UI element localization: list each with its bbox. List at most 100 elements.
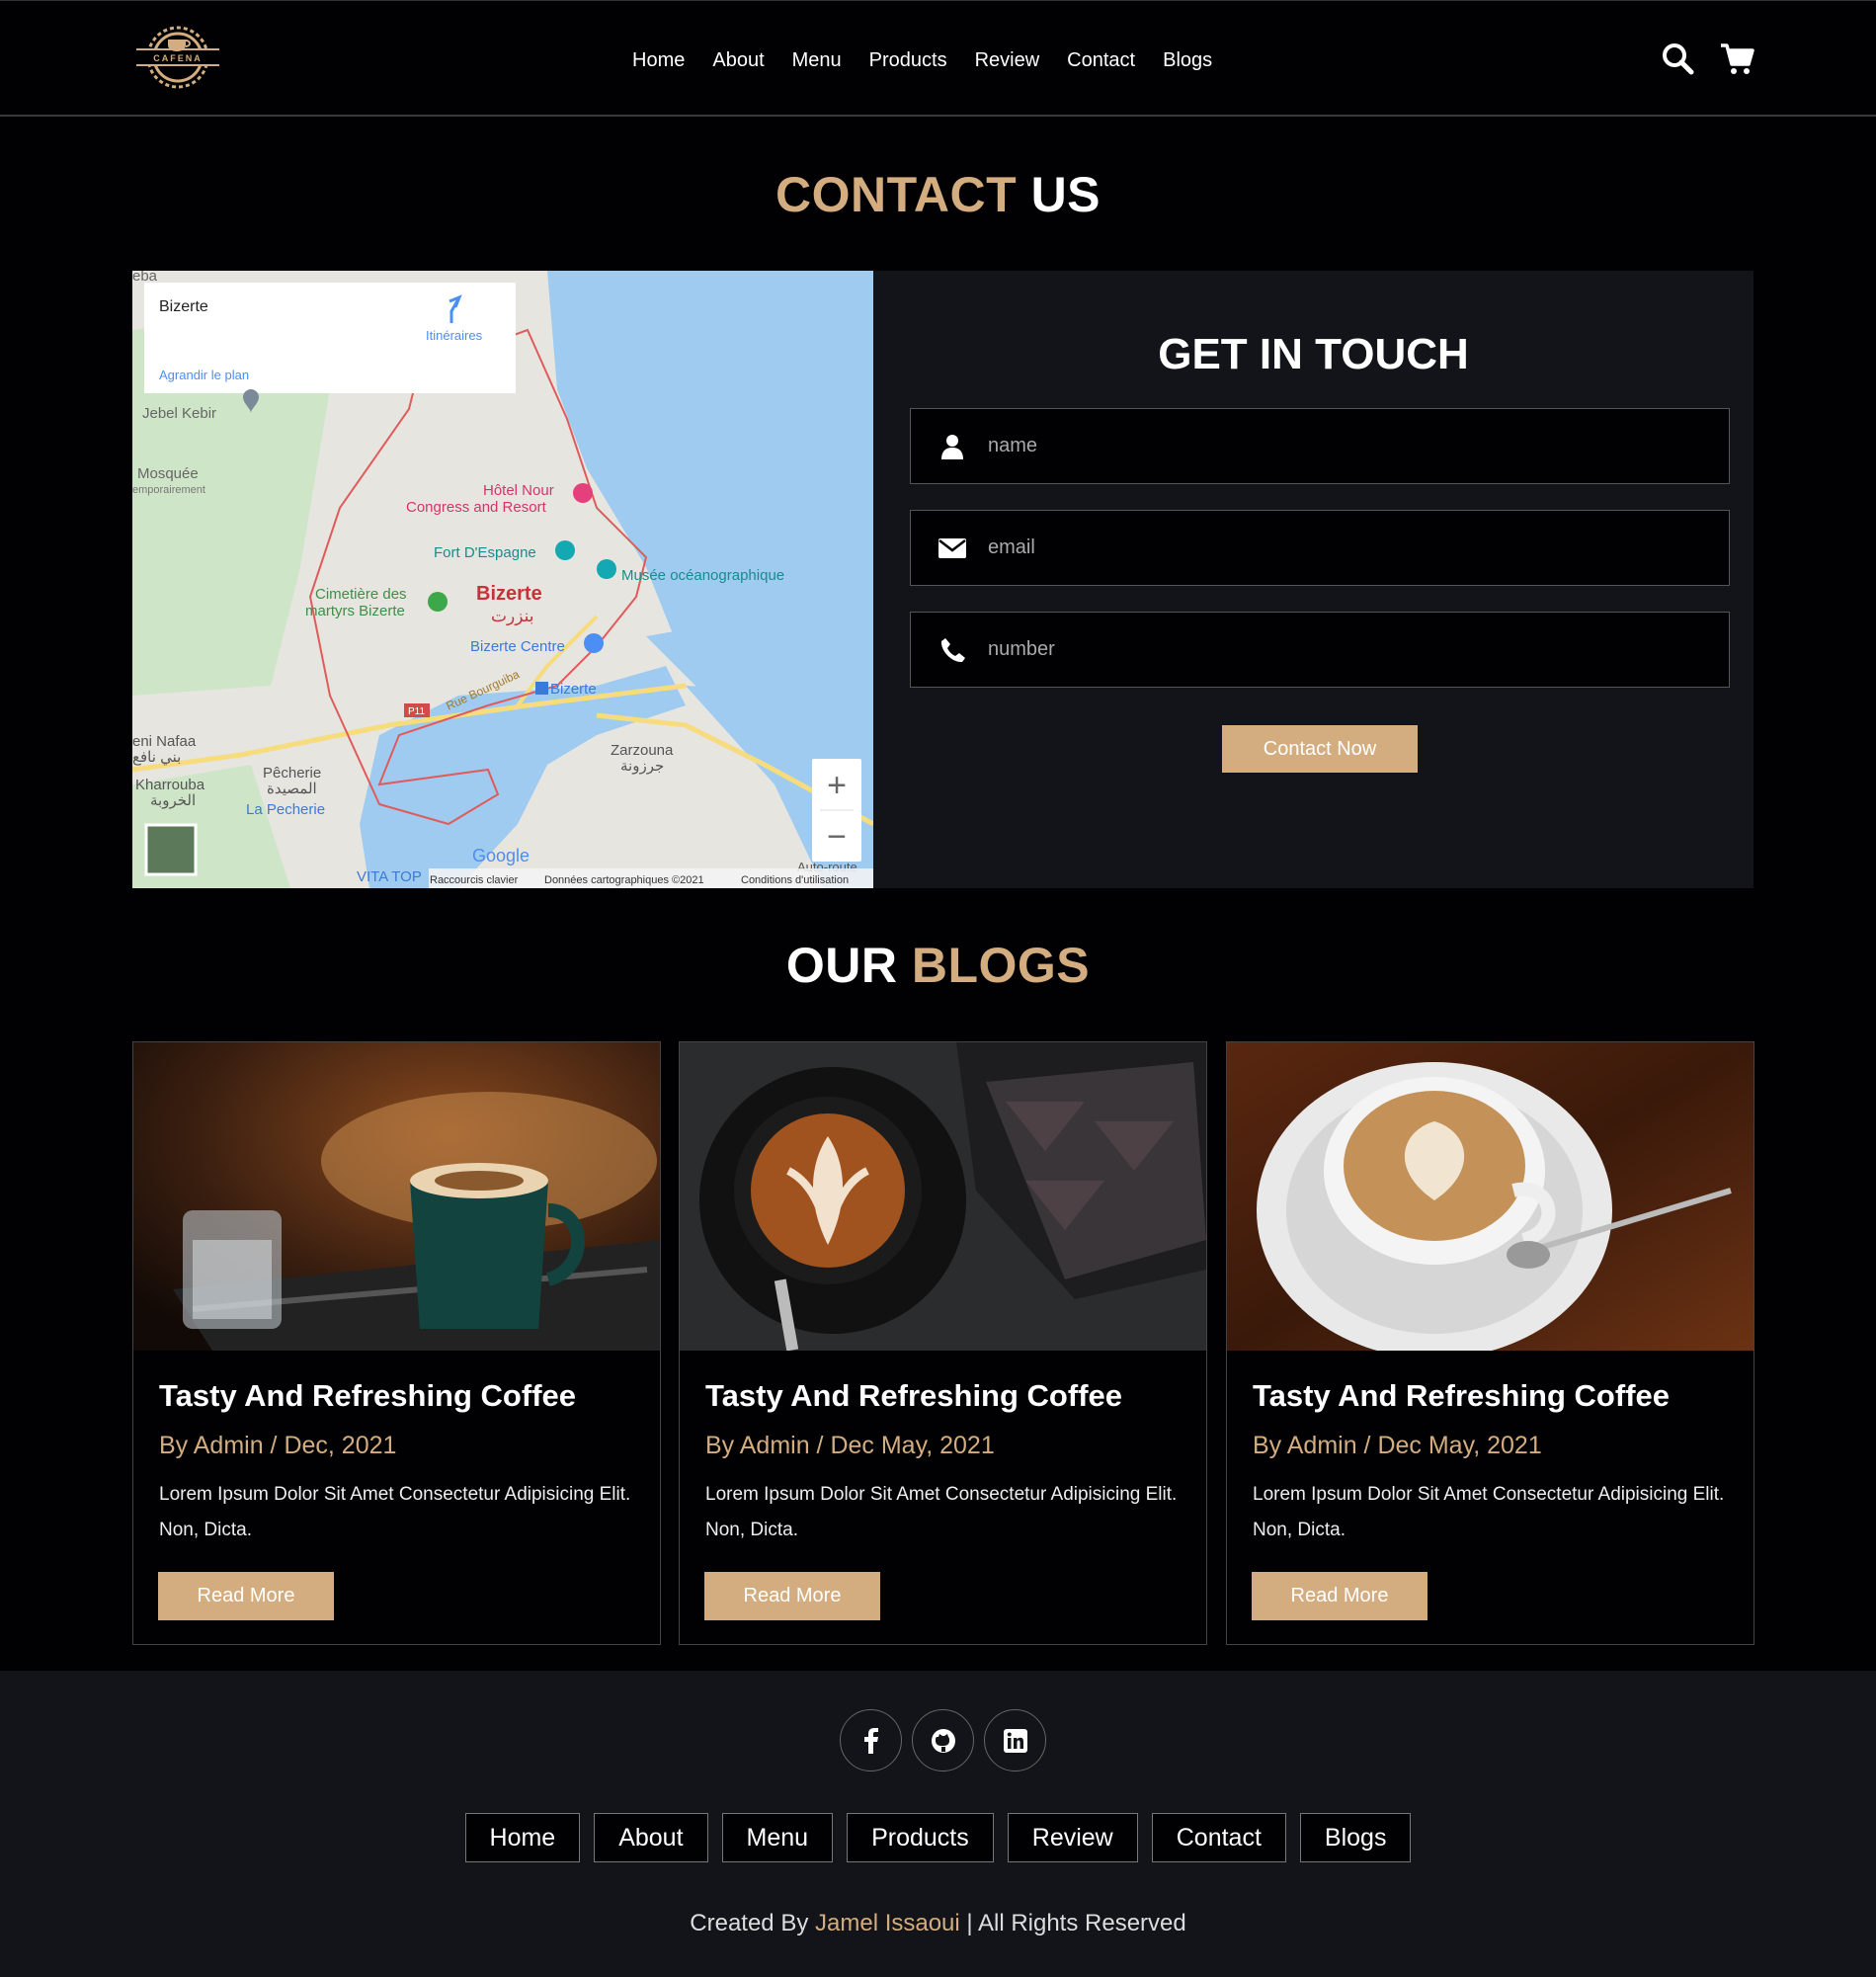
map-label: eba <box>132 271 158 285</box>
nav-contact[interactable]: Contact <box>1067 49 1135 72</box>
blog-title: Tasty And Refreshing Coffee <box>1253 1378 1670 1413</box>
centre-pin-icon[interactable] <box>584 633 604 653</box>
footer-link-contact[interactable]: Contact <box>1151 1813 1286 1862</box>
nav-products[interactable]: Products <box>869 49 947 72</box>
google-logo: Google <box>472 846 530 865</box>
read-more-button[interactable]: Read More <box>1252 1572 1427 1620</box>
svg-text:CAFENA: CAFENA <box>153 53 203 63</box>
map-label: Cimetière des <box>315 586 407 603</box>
blog-meta: By Admin / Dec May, 2021 <box>1253 1432 1542 1459</box>
cafena-logo[interactable]: CAFENA <box>132 20 223 95</box>
contact-heading-accent: CONTACT <box>775 167 1018 222</box>
map-label: الخروبة <box>150 792 196 809</box>
contact-heading: CONTACT US <box>0 166 1876 223</box>
blog-card: Tasty And Refreshing Coffee By Admin / D… <box>679 1041 1207 1645</box>
map-label: Bizerte <box>550 681 597 698</box>
fort-pin-icon[interactable] <box>555 540 575 560</box>
phone-icon <box>933 635 972 665</box>
site-footer: Home About Menu Products Review Contact … <box>0 1671 1876 1977</box>
blog-excerpt: Lorem Ipsum Dolor Sit Amet Consectetur A… <box>705 1484 1178 1540</box>
map-label: Musée océanographique <box>621 567 784 584</box>
map-footer-link: Données cartographiques ©2021 <box>544 874 704 886</box>
museum-pin-icon[interactable] <box>597 559 616 579</box>
zoom-out-button[interactable]: − <box>827 818 847 856</box>
blog-image <box>1227 1042 1754 1351</box>
email-input[interactable] <box>988 536 1679 559</box>
blog-meta: By Admin / Dec May, 2021 <box>705 1432 995 1459</box>
linkedin-icon[interactable] <box>984 1709 1046 1771</box>
contact-now-button[interactable]: Contact Now <box>1222 725 1418 773</box>
cemetery-pin-icon[interactable] <box>428 592 448 612</box>
map-footer-link[interactable]: Raccourcis clavier <box>430 874 519 886</box>
map-label: بنزرت <box>491 607 533 626</box>
route-badge: P11 <box>408 706 425 717</box>
github-icon[interactable] <box>912 1709 974 1771</box>
read-more-button[interactable]: Read More <box>158 1572 334 1620</box>
site-header: CAFENA Home About Menu Products Review C… <box>0 0 1876 117</box>
map-canvas[interactable]: Bizerte Itinéraires Agrandir le plan eba… <box>132 271 873 888</box>
map-label: martyrs Bizerte <box>305 603 405 619</box>
main-nav: Home About Menu Products Review Contact … <box>632 41 1212 80</box>
credit-suffix: | All Rights Reserved <box>959 1910 1186 1936</box>
google-map[interactable]: Bizerte Itinéraires Agrandir le plan eba… <box>132 271 873 888</box>
map-label: Pêcherie <box>263 765 321 782</box>
zoom-in-button[interactable]: + <box>827 767 847 804</box>
map-label: Mosquée <box>137 465 199 482</box>
name-field[interactable] <box>910 408 1730 484</box>
map-label: بني نافع <box>132 749 181 766</box>
station-icon[interactable] <box>535 682 548 695</box>
footer-link-menu[interactable]: Menu <box>721 1813 834 1862</box>
number-field[interactable] <box>910 612 1730 688</box>
nav-menu[interactable]: Menu <box>792 49 842 72</box>
map-label: La Pecherie <box>246 801 325 818</box>
footer-link-products[interactable]: Products <box>847 1813 994 1862</box>
credit-prefix: Created By <box>690 1910 815 1936</box>
blog-title: Tasty And Refreshing Coffee <box>705 1378 1122 1413</box>
blog-meta: By Admin / Dec, 2021 <box>159 1432 397 1459</box>
cart-icon[interactable] <box>1719 41 1754 76</box>
map-enlarge-link[interactable]: Agrandir le plan <box>159 368 249 382</box>
blogs-heading-rest: OUR <box>785 938 912 993</box>
nav-about[interactable]: About <box>712 49 764 72</box>
credit-author[interactable]: Jamel Issaoui <box>815 1910 960 1936</box>
nav-review[interactable]: Review <box>975 49 1040 72</box>
nav-blogs[interactable]: Blogs <box>1163 49 1212 72</box>
footer-link-home[interactable]: Home <box>464 1813 581 1862</box>
map-label: emporairement <box>132 484 205 496</box>
footer-link-about[interactable]: About <box>594 1813 708 1862</box>
map-label: Hôtel Nour <box>483 482 554 499</box>
hotel-pin-icon[interactable] <box>573 483 593 503</box>
footer-link-blogs[interactable]: Blogs <box>1299 1813 1412 1862</box>
social-links <box>840 1709 1046 1771</box>
map-label: Kharrouba <box>135 777 205 793</box>
read-more-button[interactable]: Read More <box>704 1572 880 1620</box>
search-icon[interactable] <box>1660 41 1695 76</box>
blog-title: Tasty And Refreshing Coffee <box>159 1378 576 1413</box>
map-label: Fort D'Espagne <box>434 544 536 561</box>
footer-nav: Home About Menu Products Review Contact … <box>0 1813 1876 1862</box>
map-label: Zarzouna <box>611 742 674 759</box>
map-label: VITA TOP <box>357 868 422 885</box>
nav-home[interactable]: Home <box>632 49 685 72</box>
footer-link-review[interactable]: Review <box>1007 1813 1138 1862</box>
map-directions-link[interactable]: Itinéraires <box>426 328 483 343</box>
blogs-heading: OUR BLOGS <box>0 937 1876 994</box>
map-label: جرزونة <box>620 758 664 775</box>
blog-excerpt: Lorem Ipsum Dolor Sit Amet Consectetur A… <box>1253 1484 1725 1540</box>
number-input[interactable] <box>988 638 1679 661</box>
name-input[interactable] <box>988 435 1679 457</box>
map-label: Congress and Resort <box>406 499 547 516</box>
blog-card: Tasty And Refreshing Coffee By Admin / D… <box>1226 1041 1754 1645</box>
map-label: المصيدة <box>267 781 317 797</box>
contact-heading-rest: US <box>1017 167 1101 222</box>
satellite-toggle[interactable] <box>144 823 198 876</box>
envelope-icon <box>933 534 972 563</box>
blog-excerpt: Lorem Ipsum Dolor Sit Amet Consectetur A… <box>159 1484 631 1540</box>
map-footer-link[interactable]: Conditions d'utilisation <box>741 874 849 886</box>
blog-card: Tasty And Refreshing Coffee By Admin / D… <box>132 1041 661 1645</box>
user-icon <box>933 432 972 461</box>
email-field[interactable] <box>910 510 1730 586</box>
facebook-icon[interactable] <box>840 1709 902 1771</box>
blog-image <box>680 1042 1206 1351</box>
map-label: Jebel Kebir <box>142 405 216 422</box>
